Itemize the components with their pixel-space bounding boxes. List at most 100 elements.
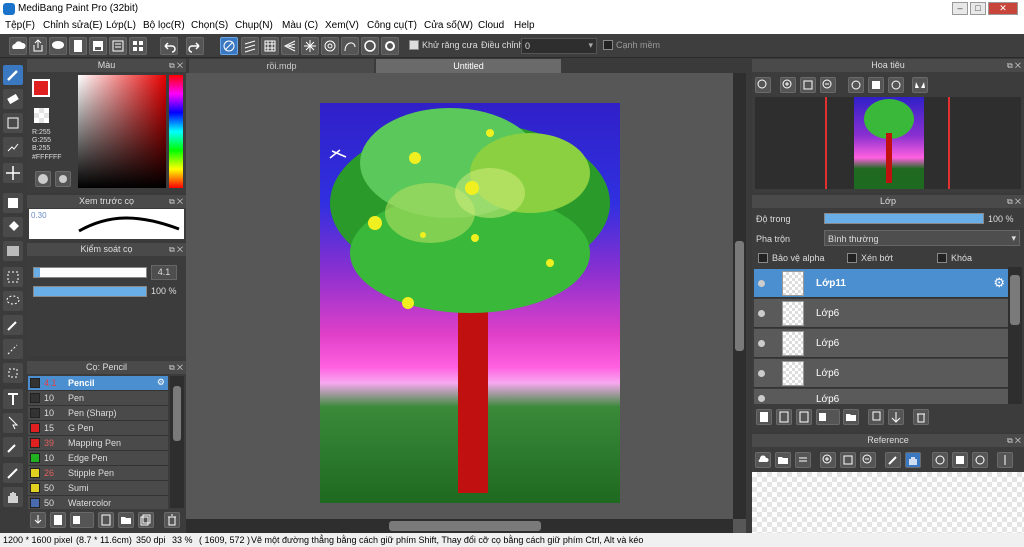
cloud-download-icon[interactable] xyxy=(755,452,771,468)
canvas-vertical-scrollbar[interactable] xyxy=(733,73,746,519)
hue-slider[interactable] xyxy=(169,75,183,188)
brush-size-value[interactable]: 4.1 xyxy=(151,265,177,280)
brush-list-item[interactable]: 50 Sumi xyxy=(28,481,168,496)
new-brush-icon[interactable] xyxy=(50,512,66,528)
artwork-canvas[interactable] xyxy=(320,103,620,503)
ref-hand-icon[interactable] xyxy=(905,452,921,468)
circle-snap-icon[interactable] xyxy=(361,37,379,55)
ref-fit-icon[interactable] xyxy=(840,452,856,468)
pen-tool-icon[interactable] xyxy=(3,463,23,483)
save-icon[interactable] xyxy=(89,37,107,55)
layer-row[interactable]: Lớp6 xyxy=(754,359,1008,388)
brush-opacity-slider[interactable] xyxy=(33,286,147,297)
menu-capture[interactable]: Chụp(N) xyxy=(235,20,273,31)
layer-scrollbar[interactable] xyxy=(1008,267,1022,404)
brush-tool-icon[interactable] xyxy=(3,65,23,85)
text-tool-icon[interactable] xyxy=(3,389,23,409)
new-layer-8bit-icon[interactable] xyxy=(776,409,792,425)
ref-zoom-out-icon[interactable] xyxy=(860,452,876,468)
duplicate-layer-icon[interactable] xyxy=(868,409,884,425)
grid-snap-icon[interactable] xyxy=(261,37,279,55)
zoom-out-icon[interactable] xyxy=(820,77,836,93)
layer-folder-icon[interactable] xyxy=(843,409,859,425)
grid-panel-icon[interactable] xyxy=(129,37,147,55)
menu-color[interactable]: Màu (C) xyxy=(282,20,318,31)
saturation-value-picker[interactable] xyxy=(78,75,166,188)
trash-icon[interactable] xyxy=(164,512,180,528)
add-brush-dropdown-icon[interactable] xyxy=(70,512,94,528)
menu-help[interactable]: Help xyxy=(514,20,535,31)
ref-rotate-right-icon[interactable] xyxy=(972,452,988,468)
curve-snap-icon[interactable] xyxy=(341,37,359,55)
delete-layer-icon[interactable] xyxy=(913,409,929,425)
brush-list-scrollbar[interactable] xyxy=(170,376,184,508)
soft-edge-checkbox[interactable] xyxy=(603,40,613,50)
operation-tool-icon[interactable] xyxy=(3,413,23,433)
visibility-eye-icon[interactable] xyxy=(758,340,765,347)
perspective-snap-icon[interactable] xyxy=(281,37,299,55)
select-tool-icon[interactable] xyxy=(3,267,23,287)
panel-icon[interactable] xyxy=(109,37,127,55)
flip-icon[interactable] xyxy=(912,77,928,93)
ref-flip-icon[interactable] xyxy=(997,452,1013,468)
move-tool-icon[interactable] xyxy=(3,163,23,183)
add-layer-dropdown-icon[interactable] xyxy=(816,409,840,425)
antialias-checkbox[interactable] xyxy=(409,40,419,50)
new-file-icon[interactable] xyxy=(69,37,87,55)
blend-mode-dropdown[interactable]: Bình thường ▾ xyxy=(824,230,1020,246)
tab-untitled[interactable]: Untitled xyxy=(376,59,561,73)
open-folder-icon[interactable] xyxy=(775,452,791,468)
comment-icon[interactable] xyxy=(49,37,67,55)
layer-row[interactable]: Lớp11 ⚙ xyxy=(754,269,1008,298)
layer-row[interactable]: Lớp6 xyxy=(754,299,1008,328)
visibility-eye-icon[interactable] xyxy=(758,280,765,287)
bucket-tool-icon[interactable] xyxy=(3,217,23,237)
reset-view-icon[interactable] xyxy=(868,77,884,93)
zoom-in-icon[interactable] xyxy=(780,77,796,93)
canvas-horizontal-scrollbar[interactable] xyxy=(186,519,733,533)
gear-icon[interactable]: ⚙ xyxy=(157,377,165,388)
share-icon[interactable] xyxy=(29,37,47,55)
visibility-eye-icon[interactable] xyxy=(758,370,765,377)
parallel-snap-icon[interactable] xyxy=(241,37,259,55)
ref-reset-icon[interactable] xyxy=(952,452,968,468)
transparent-color[interactable] xyxy=(34,108,49,123)
close-button[interactable]: ✕ xyxy=(988,2,1018,15)
brush-size-slider[interactable] xyxy=(33,267,147,278)
menu-cloud[interactable]: Cloud xyxy=(478,20,504,31)
redo-icon[interactable] xyxy=(186,37,204,55)
lasso-tool-icon[interactable] xyxy=(3,291,23,311)
eyedropper-tool-icon[interactable] xyxy=(3,437,23,457)
fill-rect-tool-icon[interactable] xyxy=(3,193,23,213)
duplicate-icon[interactable] xyxy=(138,512,154,528)
ref-eyedropper-icon[interactable] xyxy=(885,452,901,468)
gradient-tool-icon[interactable] xyxy=(3,241,23,261)
menu-window[interactable]: Cửa số(W) xyxy=(424,20,473,31)
brush-list-item[interactable]: 15 G Pen xyxy=(28,421,168,436)
visibility-eye-icon[interactable] xyxy=(758,310,765,317)
rotate-left-icon[interactable] xyxy=(848,77,864,93)
rotate-right-icon[interactable] xyxy=(888,77,904,93)
reference-canvas[interactable] xyxy=(752,472,1024,533)
minimize-button[interactable]: – xyxy=(952,2,968,15)
protect-alpha-checkbox[interactable] xyxy=(758,253,768,263)
magic-wand-tool-icon[interactable] xyxy=(3,315,23,335)
select-eraser-tool-icon[interactable] xyxy=(3,363,23,383)
fit-window-icon[interactable] xyxy=(800,77,816,93)
correction-dropdown[interactable]: 0 ▾ xyxy=(521,38,597,54)
foreground-color[interactable] xyxy=(32,79,50,97)
menu-file[interactable]: Tệp(F) xyxy=(5,20,35,31)
settings-gear-icon[interactable] xyxy=(381,37,399,55)
color-swap-icon[interactable] xyxy=(55,171,71,187)
menu-filter[interactable]: Bộ lọc(R) xyxy=(143,20,185,31)
menu-view[interactable]: Xem(V) xyxy=(325,20,359,31)
visibility-eye-icon[interactable] xyxy=(758,395,765,402)
brush-list-item[interactable]: 10 Edge Pen xyxy=(28,451,168,466)
ref-zoom-in-icon[interactable] xyxy=(820,452,836,468)
radial-snap-icon[interactable] xyxy=(301,37,319,55)
undo-icon[interactable] xyxy=(160,37,178,55)
layer-opacity-slider[interactable] xyxy=(824,213,984,224)
brush-list-item[interactable]: 26 Stipple Pen xyxy=(28,466,168,481)
hand-tool-icon[interactable] xyxy=(3,487,23,507)
brush-list-item[interactable]: 10 Pen xyxy=(28,391,168,406)
